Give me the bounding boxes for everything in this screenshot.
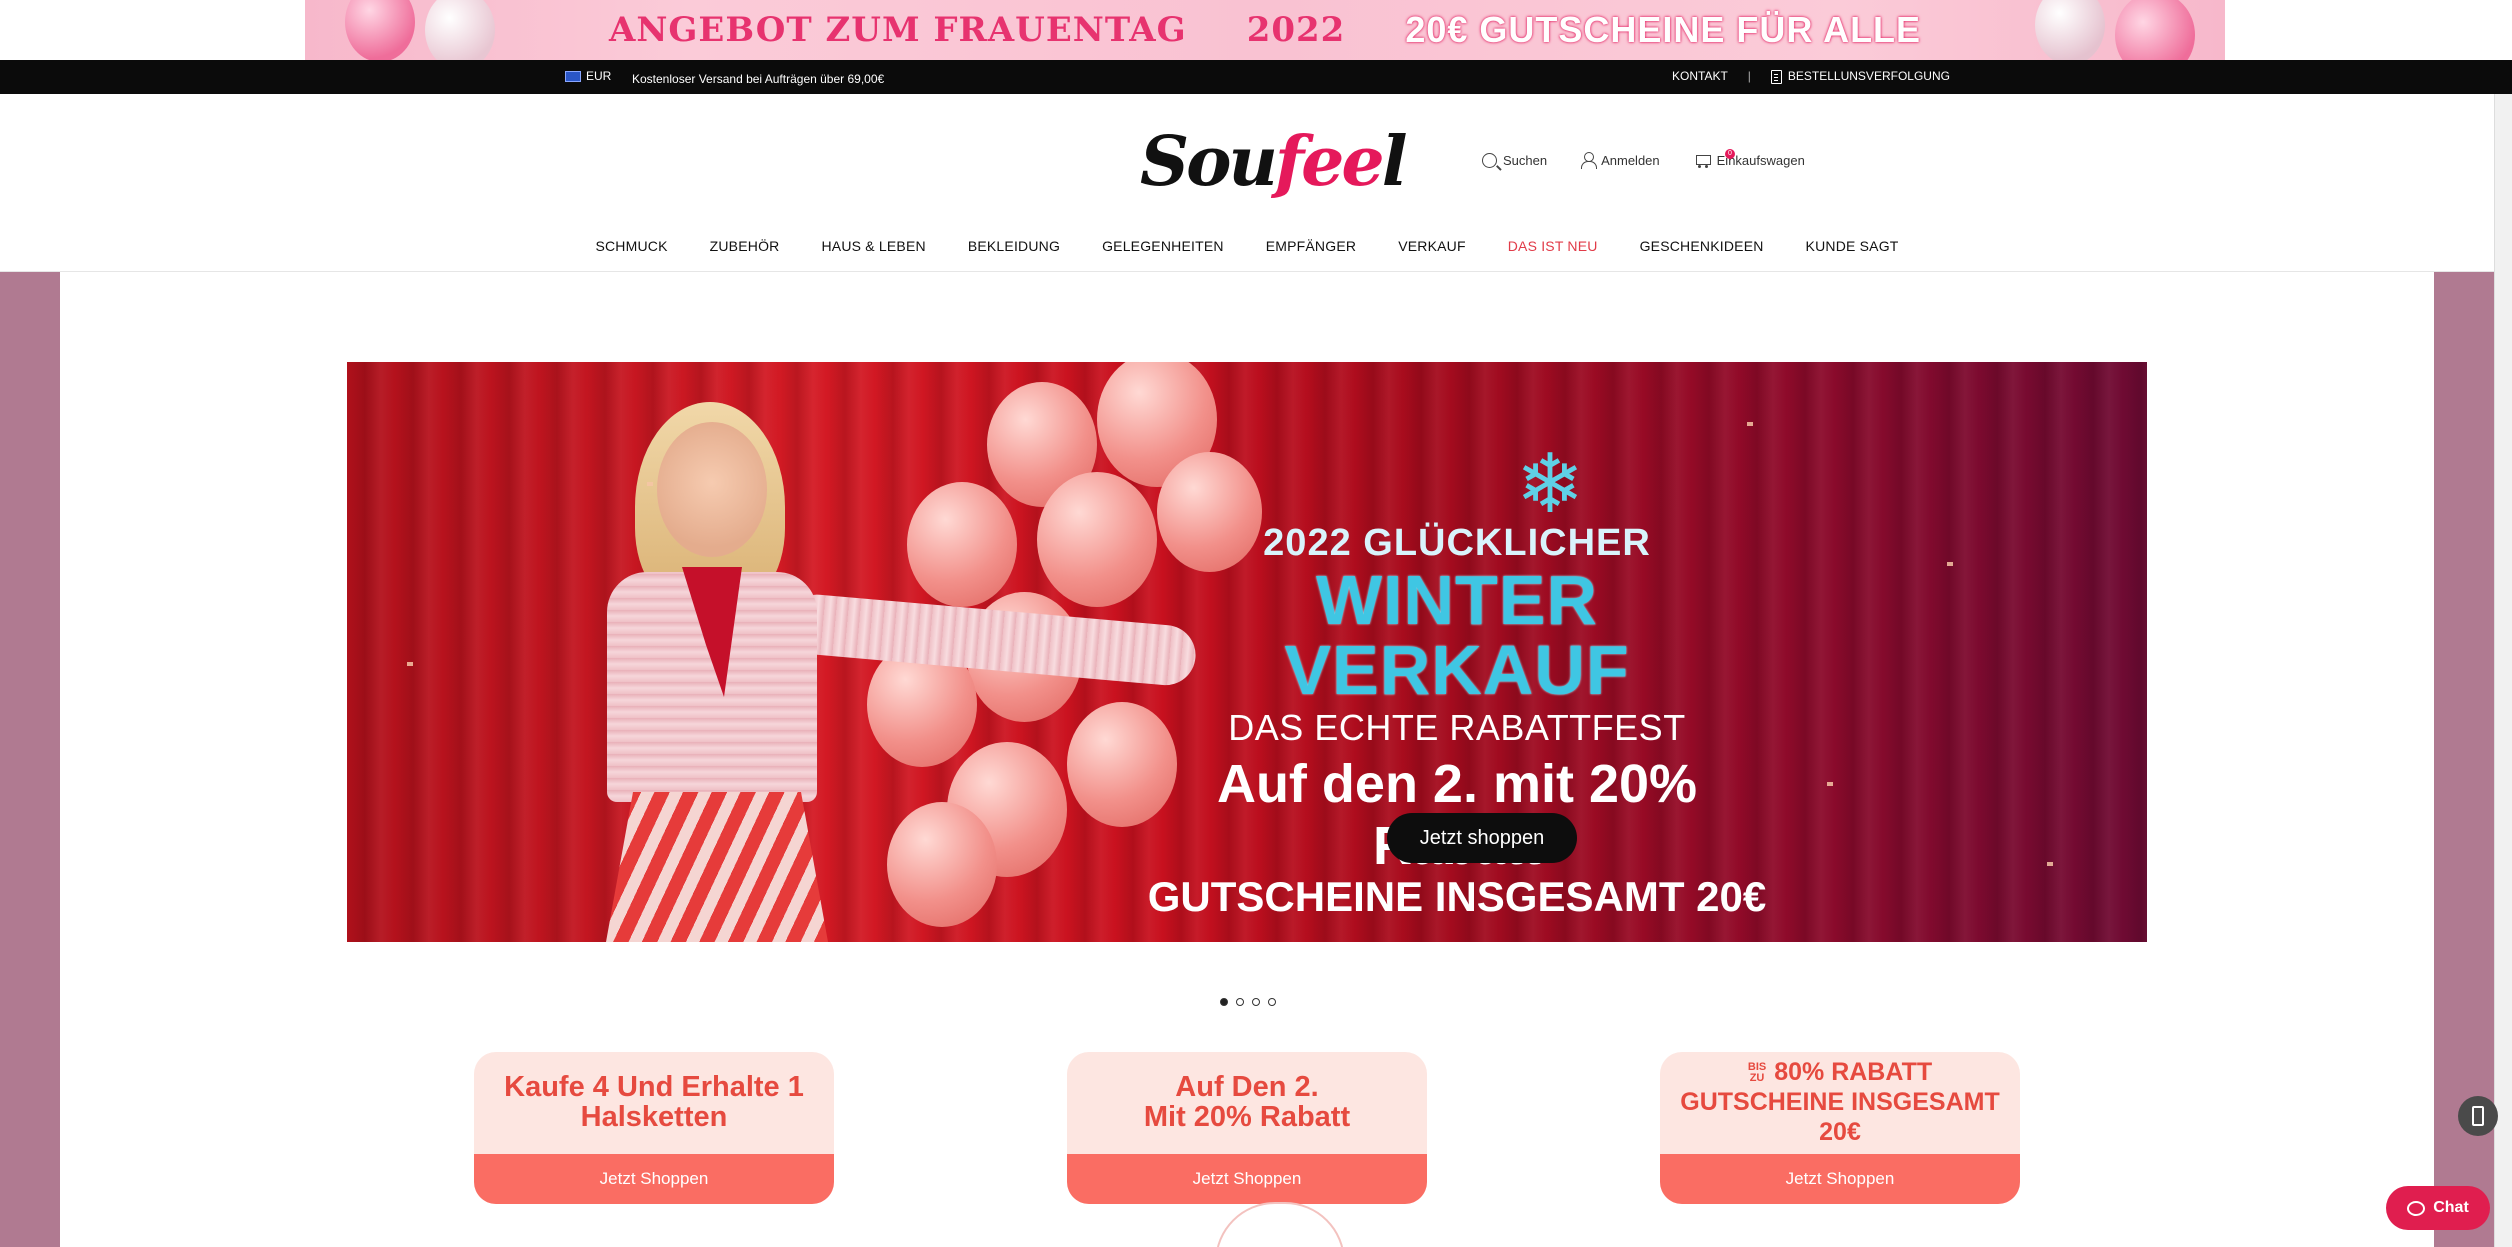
mobile-phone-icon: [2472, 1106, 2484, 1126]
promo-card-title-line: Mit 20% Rabatt: [1143, 1101, 1351, 1133]
search-label: Suchen: [1503, 152, 1548, 168]
nav-item-das-ist-neu[interactable]: DAS IST NEU: [1487, 238, 1619, 254]
promo-card-title: Kaufe 4 Und Erhalte 1 Halsketten: [474, 1052, 834, 1152]
cart-icon: [1694, 153, 1711, 168]
shipping-notice: Kostenloser Versand bei Aufträgen über 6…: [632, 72, 885, 86]
eu-flag-icon: [565, 70, 581, 82]
nav-item-schmuck[interactable]: SCHMUCK: [574, 238, 688, 254]
confetti-decoration: [1827, 782, 1833, 786]
promo-card-title: BIS ZU 80% RABATT GUTSCHEINE INSGESAMT 20€: [1660, 1052, 2020, 1152]
carousel-pagination: [1220, 998, 1276, 1006]
currency-label: EUR: [586, 69, 612, 83]
main-content: ❄ 2022 GLÜCKLICHER WINTER VERKAUF DAS EC…: [60, 272, 2434, 1247]
confetti-decoration: [407, 662, 413, 666]
nav-item-verkauf[interactable]: VERKAUF: [1377, 238, 1487, 254]
nav-item-geschenkideen[interactable]: GESCHENKIDEEN: [1619, 238, 1785, 254]
cart-count-badge: 0: [1725, 149, 1735, 159]
promo-card-title-line: Halsketten: [580, 1101, 728, 1133]
utility-separator: |: [1747, 69, 1751, 84]
login-label: Anmelden: [1601, 152, 1660, 168]
balloon-decoration: [425, 0, 495, 60]
model-skirt: [597, 792, 837, 942]
balloon-decoration: [345, 0, 415, 60]
promo-banner-year: 2022: [1246, 10, 1346, 50]
utility-bar: EUR Kostenloser Versand bei Aufträgen üb…: [0, 60, 2512, 94]
nav-item-kunde-sagt[interactable]: KUNDE SAGT: [1785, 238, 1920, 254]
nav-item-gelegenheiten[interactable]: GELEGENHEITEN: [1081, 238, 1245, 254]
carousel-dot[interactable]: [1268, 998, 1276, 1006]
contact-link[interactable]: KONTAKT: [1672, 69, 1728, 83]
promo-card-shop-button[interactable]: Jetzt Shoppen: [1660, 1154, 2020, 1204]
utility-links: KONTAKT | BESTELLUNSVERFOLGUNG: [1672, 69, 1950, 84]
document-icon: [1770, 69, 1782, 84]
promo-banner-text-left: ANGEBOT ZUM FRAUENTAG: [608, 10, 1187, 50]
promo-card-title-line: BIS ZU 80% RABATT: [1748, 1057, 1932, 1087]
balloon-decoration: [2115, 0, 2195, 60]
carousel-dot[interactable]: [1252, 998, 1260, 1006]
hero-heading: WINTER VERKAUF: [1284, 561, 1630, 709]
promo-card-title: Auf Den 2. Mit 20% Rabatt: [1067, 1052, 1427, 1152]
balloon-decoration: [887, 802, 997, 927]
logo-text-suffix: l: [1381, 122, 1408, 202]
search-button[interactable]: Suchen: [1482, 152, 1547, 168]
balloon-decoration: [1037, 472, 1157, 607]
balloon-decoration: [907, 482, 1017, 607]
order-tracking-label: BESTELLUNSVERFOLGUNG: [1787, 69, 1950, 83]
login-button[interactable]: Anmelden: [1581, 152, 1660, 169]
confetti-decoration: [1947, 562, 1953, 566]
carousel-dot[interactable]: [1236, 998, 1244, 1006]
hero-banner[interactable]: ❄ 2022 GLÜCKLICHER WINTER VERKAUF DAS EC…: [347, 362, 2147, 942]
chat-bubble-icon: [2407, 1200, 2426, 1216]
site-logo[interactable]: Soufeel: [1140, 122, 1408, 202]
nav-item-empfaenger[interactable]: EMPFÄNGER: [1245, 238, 1377, 254]
promo-card-shop-button[interactable]: Jetzt Shoppen: [474, 1154, 834, 1204]
chat-label: Chat: [2433, 1199, 2469, 1216]
logo-text-prefix: Sou: [1140, 122, 1278, 202]
promo-card-title-line: GUTSCHEINE INSGESAMT 20€: [1680, 1088, 2000, 1146]
promo-card-small-bottom: ZU: [1749, 1072, 1765, 1085]
cart-button[interactable]: Einkaufswagen: [1694, 152, 1805, 168]
promo-card-small-label: BIS ZU: [1748, 1062, 1766, 1084]
balloon-decoration: [2035, 0, 2105, 60]
nav-item-bekleidung[interactable]: BEKLEIDUNG: [947, 238, 1081, 254]
promo-card-title-line: Kaufe 4 Und Erhalte 1: [504, 1071, 804, 1103]
nav-item-zubehoer[interactable]: ZUBEHÖR: [689, 238, 801, 254]
search-icon: [1482, 152, 1497, 168]
promo-card-title-text: 80% RABATT: [1774, 1058, 1933, 1086]
user-icon: [1581, 152, 1598, 169]
promo-banner[interactable]: ANGEBOT ZUM FRAUENTAG 2022 20€ GUTSCHEIN…: [0, 0, 2512, 60]
promo-card[interactable]: BIS ZU 80% RABATT GUTSCHEINE INSGESAMT 20€…: [1660, 1052, 2020, 1204]
model-face: [657, 422, 767, 557]
hero-shop-button[interactable]: Jetzt shoppen: [1387, 813, 1577, 863]
promo-card-title-line: Auf Den 2.: [1175, 1071, 1319, 1103]
carousel-dot[interactable]: [1220, 998, 1228, 1006]
model-photo: [587, 392, 1199, 942]
confetti-decoration: [1747, 422, 1753, 426]
confetti-decoration: [647, 482, 653, 486]
main-navigation: SCHMUCK ZUBEHÖR HAUS & LEBEN BEKLEIDUNG …: [0, 238, 2494, 254]
logo-text-heart: fee: [1274, 122, 1385, 202]
snowflake-icon: ❄: [1515, 439, 1585, 530]
heart-outline-decoration: [1215, 1202, 1345, 1247]
hero-subheading: 2022 GLÜCKLICHER: [1263, 522, 1651, 564]
promo-banner-inner[interactable]: ANGEBOT ZUM FRAUENTAG 2022 20€ GUTSCHEIN…: [305, 0, 2225, 60]
mobile-app-button[interactable]: [2458, 1096, 2498, 1136]
promo-card[interactable]: Kaufe 4 Und Erhalte 1 Halsketten Jetzt S…: [474, 1052, 834, 1204]
promo-banner-text-right: 20€ GUTSCHEINE FÜR ALLE: [1405, 9, 1922, 50]
confetti-decoration: [2047, 862, 2053, 866]
promo-card-shop-button[interactable]: Jetzt Shoppen: [1067, 1154, 1427, 1204]
page-scrollbar[interactable]: [2494, 94, 2512, 1247]
currency-selector[interactable]: EUR: [565, 69, 611, 83]
header-actions: Suchen Anmelden Einkaufswagen: [1482, 152, 1805, 169]
nav-item-haus-leben[interactable]: HAUS & LEBEN: [800, 238, 946, 254]
chat-button[interactable]: Chat: [2386, 1186, 2490, 1230]
promo-card[interactable]: Auf Den 2. Mit 20% Rabatt Jetzt Shoppen: [1067, 1052, 1427, 1204]
site-header: Soufeel Suchen Anmelden Einkaufswagen 0 …: [0, 94, 2494, 272]
order-tracking-link[interactable]: BESTELLUNSVERFOLGUNG: [1770, 69, 1950, 84]
hero-tagline: DAS ECHTE RABATTFEST: [1228, 707, 1686, 748]
hero-voucher: GUTSCHEINE INSGESAMT 20€: [1147, 873, 1767, 920]
